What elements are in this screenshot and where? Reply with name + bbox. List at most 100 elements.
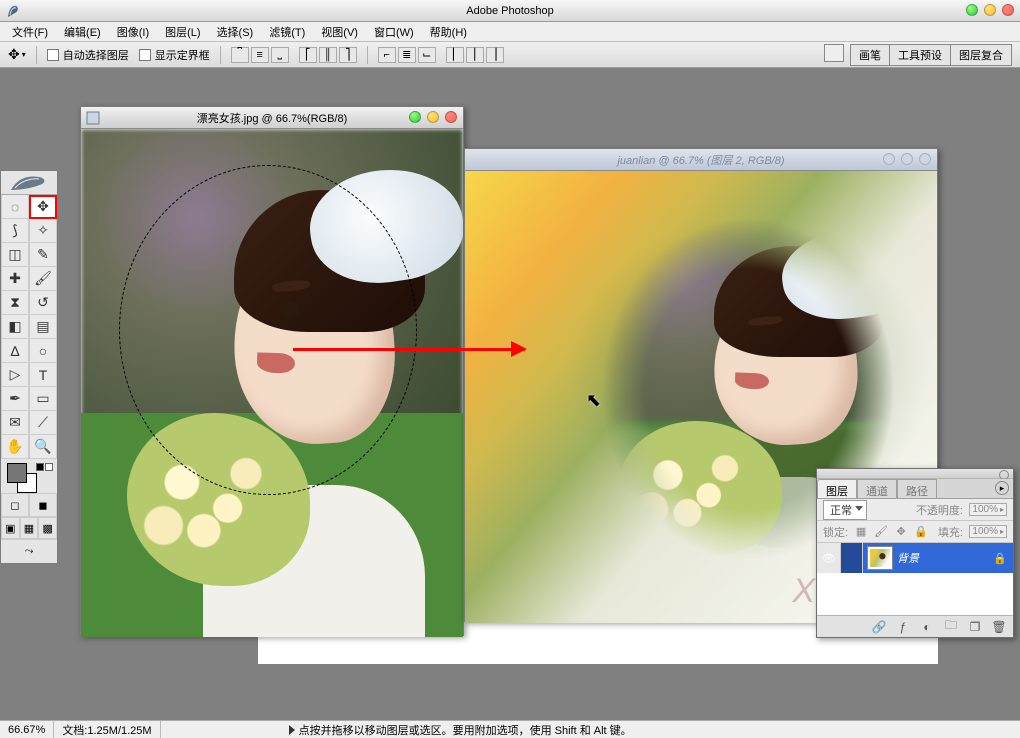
screen-standard[interactable]: ▣ (1, 517, 20, 539)
tab-brushes[interactable]: 画笔 (850, 44, 889, 66)
tool-healing[interactable]: ✚ (1, 267, 29, 291)
doc2-minimize[interactable] (883, 153, 895, 165)
new-group-icon[interactable]: 🗀 (943, 619, 959, 635)
tool-path-select[interactable]: ▷ (1, 363, 29, 387)
status-docinfo[interactable]: 文档:1.25M/1.25M (54, 721, 160, 738)
lock-all-icon[interactable]: 🔒 (914, 525, 928, 539)
quickmask-mode-button[interactable]: ◼ (29, 493, 57, 517)
toolbox-header[interactable] (1, 171, 57, 195)
foreground-color-swatch[interactable] (7, 463, 27, 483)
tool-history-brush[interactable]: ↺ (29, 291, 57, 315)
delete-layer-icon[interactable]: 🗑 (991, 619, 1007, 635)
doc2-close[interactable] (919, 153, 931, 165)
menu-help[interactable]: 帮助(H) (424, 22, 473, 42)
align-vcenter-icon[interactable]: ≡ (251, 47, 269, 63)
doc1-minimize[interactable] (409, 111, 421, 123)
layer-row-background[interactable]: 👁 背景 🔒 (817, 543, 1013, 573)
align-right-icon[interactable]: ⎤ (339, 47, 357, 63)
new-layer-icon[interactable]: ❐ (967, 619, 983, 635)
screen-full[interactable]: ▩ (38, 517, 57, 539)
layer-thumbnail[interactable] (867, 546, 893, 570)
align-top-icon[interactable]: ⎴ (231, 47, 249, 63)
tool-eraser[interactable]: ◧ (1, 315, 29, 339)
layer-link-col[interactable] (841, 543, 863, 573)
doc1-zoom[interactable] (427, 111, 439, 123)
doc1-canvas[interactable] (81, 129, 463, 637)
palette-well-icon[interactable] (824, 44, 844, 62)
layers-panel[interactable]: 图层 通道 路径 ▸ 正常 不透明度: 100% 锁定: ▦ 🖌 ✥ 🔒 填充:… (816, 468, 1014, 638)
default-colors-icon[interactable] (36, 463, 53, 471)
active-tool-indicator[interactable]: ✥ ▾ (8, 46, 26, 63)
tab-layers[interactable]: 图层 (817, 479, 857, 498)
layer-style-icon[interactable]: ƒ (895, 619, 911, 635)
screen-full-menubar[interactable]: ▦ (20, 517, 39, 539)
dist-bottom-icon[interactable]: ⌙ (418, 47, 436, 63)
tool-eyedropper[interactable]: ⟋ (29, 411, 57, 435)
tool-magic-wand[interactable]: ✧ (29, 219, 57, 243)
show-bounding-box-checkbox[interactable]: 显示定界框 (139, 47, 210, 63)
doc2-zoom[interactable] (901, 153, 913, 165)
dist-hcenter-icon[interactable]: ⎪ (466, 47, 484, 63)
blend-mode-select[interactable]: 正常 (823, 500, 867, 520)
layer-visibility-toggle[interactable]: 👁 (817, 543, 841, 573)
align-bottom-icon[interactable]: ⎵ (271, 47, 289, 63)
lock-transparent-icon[interactable]: ▦ (854, 525, 868, 539)
auto-select-layer-label: 自动选择图层 (63, 47, 129, 63)
menu-window[interactable]: 窗口(W) (368, 22, 420, 42)
status-zoom[interactable]: 66.67% (0, 721, 54, 738)
align-hcenter-icon[interactable]: ║ (319, 47, 337, 63)
link-layers-icon[interactable]: 🔗 (871, 619, 887, 635)
tool-blur[interactable]: ∆ (1, 339, 29, 363)
dist-left-icon[interactable]: ⎢ (446, 47, 464, 63)
tool-dodge[interactable]: ○ (29, 339, 57, 363)
panel-drag-handle[interactable] (817, 469, 1013, 479)
dist-vcenter-icon[interactable]: ≣ (398, 47, 416, 63)
tab-layer-comps[interactable]: 图层复合 (950, 44, 1012, 66)
close-button[interactable] (1002, 4, 1014, 16)
layer-mask-icon[interactable]: ◐ (919, 619, 935, 635)
panel-menu-button[interactable]: ▸ (995, 481, 1009, 495)
tool-type[interactable]: T (29, 363, 57, 387)
doc1-close[interactable] (445, 111, 457, 123)
tool-pen[interactable]: ✒ (1, 387, 29, 411)
dist-right-icon[interactable]: ⎥ (486, 47, 504, 63)
lock-position-icon[interactable]: ✥ (894, 525, 908, 539)
dist-top-icon[interactable]: ⌐ (378, 47, 396, 63)
zoom-button[interactable] (984, 4, 996, 16)
menu-select[interactable]: 选择(S) (211, 22, 260, 42)
fill-field[interactable]: 100% (969, 525, 1007, 538)
tool-crop[interactable]: ◫ (1, 243, 29, 267)
tip-triangle-icon (289, 725, 295, 735)
tool-slice[interactable]: ✎ (29, 243, 57, 267)
lock-pixels-icon[interactable]: 🖌 (874, 525, 888, 539)
standard-mode-button[interactable]: ◻ (1, 493, 29, 517)
tool-move[interactable]: ✥ (29, 195, 57, 219)
jump-to-imageready[interactable]: ⤳ (1, 539, 57, 563)
menu-edit[interactable]: 编辑(E) (58, 22, 107, 42)
tab-tool-presets[interactable]: 工具预设 (889, 44, 950, 66)
auto-select-layer-checkbox[interactable]: 自动选择图层 (47, 47, 129, 63)
menu-file[interactable]: 文件(F) (6, 22, 54, 42)
tool-marquee[interactable]: ◌ (1, 195, 29, 219)
minimize-button[interactable] (966, 4, 978, 16)
tool-brush[interactable]: 🖌 (29, 267, 57, 291)
tool-stamp[interactable]: ⧗ (1, 291, 29, 315)
tool-notes[interactable]: ✉ (1, 411, 29, 435)
tool-zoom[interactable]: 🔍 (29, 435, 57, 459)
document-window-1[interactable]: 漂亮女孩.jpg @ 66.7%(RGB/8) (80, 106, 464, 636)
doc2-titlebar[interactable]: juanlian @ 66.7% (图层 2, RGB/8) (465, 149, 937, 171)
tool-gradient[interactable]: ▤ (29, 315, 57, 339)
opacity-field[interactable]: 100% (969, 503, 1007, 516)
tool-hand[interactable]: ✋ (1, 435, 29, 459)
tool-shape[interactable]: ▭ (29, 387, 57, 411)
tab-channels[interactable]: 通道 (857, 479, 897, 498)
menu-image[interactable]: 图像(I) (111, 22, 155, 42)
color-swatches[interactable] (1, 459, 57, 493)
tab-paths[interactable]: 路径 (897, 479, 937, 498)
doc1-titlebar[interactable]: 漂亮女孩.jpg @ 66.7%(RGB/8) (81, 107, 463, 129)
menu-layer[interactable]: 图层(L) (159, 22, 206, 42)
align-left-icon[interactable]: ⎡ (299, 47, 317, 63)
menu-view[interactable]: 视图(V) (315, 22, 364, 42)
tool-lasso[interactable]: ⟆ (1, 219, 29, 243)
menu-filter[interactable]: 滤镜(T) (263, 22, 311, 42)
